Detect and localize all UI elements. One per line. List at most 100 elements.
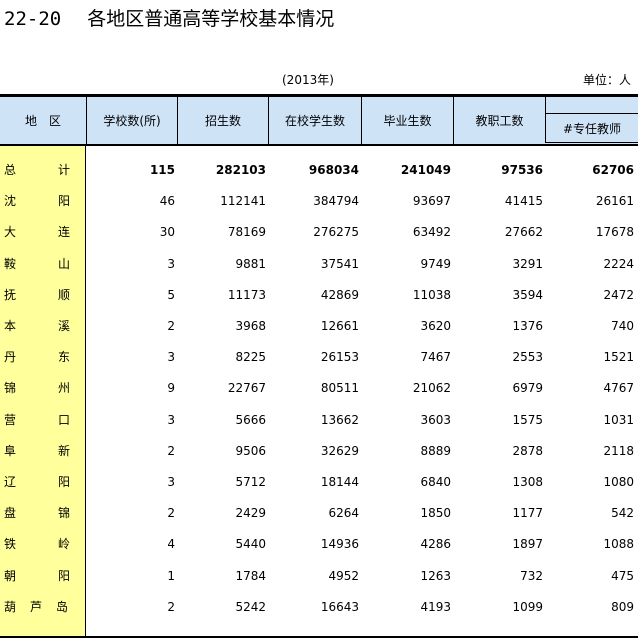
region-char: 铁 (4, 537, 17, 552)
region-char: 阜 (4, 443, 17, 458)
table-row: 本溪 2 3968 12661 3620 1376 740 (0, 311, 638, 342)
cell-enrollment: 112141 (220, 194, 266, 209)
region-char: 本 (4, 319, 17, 333)
cell-students: 12661 (320, 319, 359, 333)
region-name: 盘锦 (0, 498, 86, 529)
cell-schools: 30 (159, 225, 175, 240)
region-char: 计 (58, 163, 71, 177)
region-char: 大 (4, 225, 17, 240)
cell-graduates: 1263 (420, 568, 451, 583)
cell-staff: 732 (520, 568, 543, 583)
cell-schools: 9 (167, 381, 175, 396)
region-name: 营口 (0, 405, 86, 436)
table-row: 朝阳 1 1784 4952 1263 732 475 (0, 561, 638, 592)
region-char: 锦 (4, 381, 17, 396)
cell-schools: 115 (149, 163, 175, 177)
table-row: 丹东 3 8225 26153 7467 2553 1521 (0, 342, 638, 373)
region-name: 抚顺 (0, 280, 86, 311)
cell-staff: 3291 (512, 256, 543, 271)
unit-note: 单位：人 (583, 73, 632, 87)
region-char: 阳 (58, 568, 71, 583)
cell-enrollment: 11173 (227, 287, 266, 302)
region-char: 山 (58, 256, 71, 271)
cell-teachers: 62706 (592, 163, 634, 177)
region-char: 口 (58, 412, 71, 427)
cell-students: 80511 (320, 381, 359, 396)
table-row: 锦州 9 22767 80511 21062 6979 4767 (0, 373, 638, 404)
region-name: 沈阳 (0, 186, 86, 217)
region-char: 岭 (58, 537, 71, 552)
cell-teachers: 740 (611, 319, 634, 333)
table-row: 阜新 2 9506 32629 8889 2878 2118 (0, 436, 638, 467)
cell-staff: 1376 (512, 319, 543, 333)
cell-teachers: 1088 (603, 537, 634, 552)
table-row: 营口 3 5666 13662 3603 1575 1031 (0, 405, 638, 436)
region-char: 沈 (4, 194, 17, 209)
cell-staff: 1099 (512, 599, 543, 614)
region-char: 辽 (4, 475, 17, 489)
cell-enrollment: 8225 (235, 350, 266, 365)
cell-students: 4952 (328, 568, 359, 583)
table-number: 22-20 (4, 8, 62, 30)
header-graduates: 毕业生数 (383, 114, 432, 128)
cell-graduates: 3603 (420, 412, 451, 427)
cell-staff: 1897 (512, 537, 543, 552)
table-title: 各地区普通高等学校基本情况 (87, 8, 335, 30)
cell-enrollment: 78169 (227, 225, 266, 240)
cell-staff: 41415 (504, 194, 543, 209)
cell-graduates: 4286 (420, 537, 451, 552)
cell-enrollment: 22767 (227, 381, 266, 396)
header-students: 在校学生数 (284, 114, 345, 128)
table-row: 铁岭 4 5440 14936 4286 1897 1088 (0, 529, 638, 560)
cell-graduates: 4193 (420, 599, 451, 614)
cell-enrollment: 9881 (235, 256, 266, 271)
cell-teachers: 475 (611, 568, 634, 583)
region-name: 阜新 (0, 436, 86, 467)
cell-staff: 6979 (512, 381, 543, 396)
cell-schools: 3 (167, 475, 175, 489)
region-name: 丹东 (0, 342, 86, 373)
region-char: 阳 (58, 475, 71, 489)
region-char: 盘 (4, 506, 17, 521)
table-row: 沈阳 46 112141 384794 93697 41415 26161 (0, 186, 638, 217)
cell-graduates: 8889 (420, 443, 451, 458)
table-row: 大连 30 78169 276275 63492 27662 17678 (0, 217, 638, 248)
cell-graduates: 93697 (412, 194, 451, 209)
table-header: 地 区 学校数(所) 招生数 在校学生数 毕业生数 教职工数 #专任教师 (0, 97, 638, 144)
region-char: 溪 (58, 319, 71, 333)
cell-schools: 3 (167, 350, 175, 365)
cell-staff: 1177 (512, 506, 543, 521)
cell-schools: 3 (167, 412, 175, 427)
region-char: 总 (4, 163, 17, 177)
header-staff: 教职工数 (475, 114, 524, 128)
region-char: 鞍 (4, 256, 17, 271)
cell-students: 42869 (320, 287, 359, 302)
cell-schools: 2 (167, 506, 175, 521)
table-row: 葫芦岛 2 5242 16643 4193 1099 809 (0, 592, 638, 623)
cell-teachers: 2472 (603, 287, 634, 302)
region-char: 丹 (4, 350, 17, 365)
cell-staff: 2878 (512, 443, 543, 458)
cell-students: 32629 (320, 443, 359, 458)
region-name: 鞍山 (0, 249, 86, 280)
header-teachers: #专任教师 (545, 113, 638, 143)
cell-enrollment: 9506 (235, 443, 266, 458)
cell-staff: 97536 (501, 163, 543, 177)
cell-enrollment: 5440 (235, 537, 266, 552)
cell-staff: 27662 (504, 225, 543, 240)
region-char: 抚 (4, 287, 17, 302)
cell-staff: 1575 (512, 412, 543, 427)
table-row: 抚顺 5 11173 42869 11038 3594 2472 (0, 280, 638, 311)
cell-students: 16643 (320, 599, 359, 614)
cell-teachers: 1031 (603, 412, 634, 427)
region-name: 大连 (0, 217, 86, 248)
region-char: 岛 (56, 599, 69, 614)
cell-staff: 2553 (512, 350, 543, 365)
header-enrollment: 招生数 (204, 114, 241, 128)
cell-students: 14936 (320, 537, 359, 552)
header-region: 地 区 (24, 114, 61, 128)
cell-enrollment: 1784 (235, 568, 266, 583)
page-title: 22-20 各地区普通高等学校基本情况 (4, 4, 334, 34)
region-char: 阳 (58, 194, 71, 209)
header-schools: 学校数(所) (103, 114, 161, 128)
